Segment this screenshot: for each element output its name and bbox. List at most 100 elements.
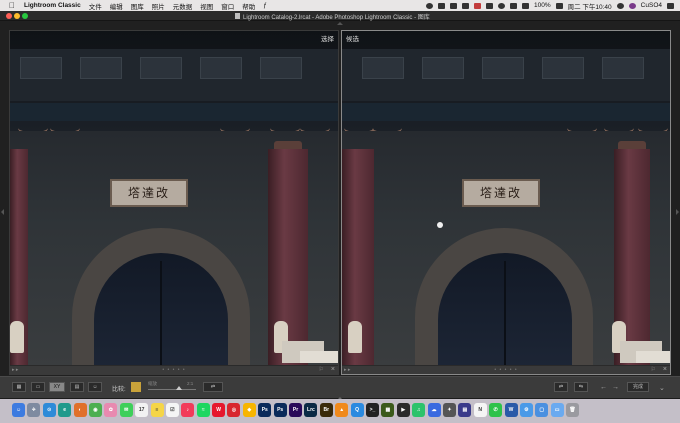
dock-cloud-icon[interactable]: ☁: [427, 403, 441, 417]
dock-chrome-icon[interactable]: ◉: [88, 403, 102, 417]
rating-dots[interactable]: • • • • •: [162, 367, 185, 373]
maximize-window-button[interactable]: [22, 13, 28, 19]
dock-photoshop2-icon[interactable]: Ps: [273, 403, 287, 417]
photo-candidate[interactable]: 㙮達改: [342, 31, 670, 374]
status-icon[interactable]: [497, 2, 505, 9]
status-icon[interactable]: [437, 2, 445, 9]
photo-eave: [10, 49, 338, 101]
status-icon[interactable]: [461, 2, 469, 9]
menu-photo[interactable]: 照片: [152, 1, 165, 11]
clock[interactable]: 周二 下午10:40: [568, 1, 612, 11]
dock-premiere-icon[interactable]: Pr: [289, 403, 303, 417]
status-icon[interactable]: [485, 2, 493, 9]
minimize-window-button[interactable]: [14, 13, 20, 19]
script-icon[interactable]: ƒ: [263, 2, 267, 9]
toolbar-menu-icon[interactable]: ⌄: [659, 384, 665, 392]
flag-icon[interactable]: ⚐: [319, 366, 324, 373]
people-view-icon[interactable]: ☺: [88, 382, 102, 392]
photo-select[interactable]: 㙮達改: [10, 31, 338, 374]
rating-dots[interactable]: • • • • •: [494, 367, 517, 373]
lock-icon[interactable]: [131, 382, 141, 392]
menu-file[interactable]: 文件: [89, 1, 102, 11]
swap-icon[interactable]: ⇄: [554, 382, 568, 392]
volume-icon[interactable]: [521, 2, 529, 9]
zoom-slider-knob[interactable]: [176, 386, 182, 390]
eave-panel: [20, 57, 62, 79]
dock-music-icon[interactable]: ♪: [181, 403, 195, 417]
select-pane[interactable]: 选择 㙮達改 ▸ ▸ • • • • • ⚐ ×: [9, 30, 339, 375]
dock-finder-icon[interactable]: ☺: [12, 403, 25, 417]
compare-view-icon[interactable]: XY: [49, 382, 65, 392]
done-button[interactable]: 完成: [627, 382, 649, 392]
menu-edit[interactable]: 编辑: [110, 1, 123, 11]
menu-view[interactable]: 视图: [200, 1, 213, 11]
dock-safari-icon[interactable]: ⊙: [42, 403, 56, 417]
dock-lightroom-icon[interactable]: Lrc: [304, 403, 318, 417]
candidate-pane[interactable]: 候选 㙮達改 ▸ ▸ • • • • • ⚐ ×: [341, 30, 671, 375]
battery-icon[interactable]: [555, 2, 563, 9]
control-center-icon[interactable]: [667, 2, 674, 9]
user-avatar-icon[interactable]: [628, 2, 636, 9]
apple-icon[interactable]: : [8, 0, 16, 11]
dock-bridge-icon[interactable]: Br: [319, 403, 333, 417]
next-arrow-icon[interactable]: →: [612, 384, 619, 391]
dock-folder-icon[interactable]: ▭: [550, 403, 564, 417]
dock-spotify-icon[interactable]: ≈: [196, 403, 210, 417]
status-icon[interactable]: [449, 2, 457, 9]
dock-word-icon[interactable]: W: [504, 403, 518, 417]
menu-library[interactable]: 图库: [131, 1, 144, 11]
user-name[interactable]: CuSO4: [641, 2, 662, 9]
dock-edge-icon[interactable]: e: [58, 403, 72, 417]
survey-view-icon[interactable]: ▤: [70, 382, 84, 392]
dock-qq-icon[interactable]: Q: [350, 403, 364, 417]
dock-notion-icon[interactable]: N: [473, 403, 487, 417]
pane-info-icon[interactable]: ▸ ▸: [344, 367, 350, 373]
loupe-view-icon[interactable]: ▭: [31, 382, 45, 392]
dock-network-icon[interactable]: ⚙: [519, 403, 533, 417]
dock-downloads-icon[interactable]: ▢: [535, 403, 549, 417]
dock-trash-icon[interactable]: 🗑: [566, 403, 580, 417]
dock-vlc-icon[interactable]: ▲: [335, 403, 349, 417]
dock-photoshop-icon[interactable]: Ps: [258, 403, 272, 417]
dock-launchpad-icon[interactable]: ✈: [27, 403, 41, 417]
select-label: 选择: [321, 36, 334, 43]
top-panel-toggle-icon[interactable]: [337, 22, 343, 25]
pane-info-icon[interactable]: ▸ ▸: [12, 367, 18, 373]
dock-weibo-icon[interactable]: W: [212, 403, 226, 417]
app-menu[interactable]: Lightroom Classic: [24, 2, 81, 9]
dock-pixel-icon[interactable]: ▤: [458, 403, 472, 417]
menu-window[interactable]: 窗口: [221, 1, 234, 11]
dock-gpu-icon[interactable]: ▦: [381, 403, 395, 417]
dock-messages-icon[interactable]: ✉: [119, 403, 133, 417]
dock-qq-music-icon[interactable]: ♫: [412, 403, 426, 417]
wifi-icon[interactable]: [509, 2, 517, 9]
dock-calendar-icon[interactable]: 17: [135, 403, 149, 417]
close-icon[interactable]: ×: [331, 366, 335, 373]
dock-notes-icon[interactable]: ≡: [150, 403, 164, 417]
right-panel-toggle-icon[interactable]: [676, 209, 679, 215]
menu-metadata[interactable]: 元数据: [173, 1, 193, 11]
search-icon[interactable]: [616, 2, 624, 9]
close-window-button[interactable]: [6, 13, 12, 19]
dock-terminal-icon[interactable]: >_: [365, 403, 379, 417]
menu-help[interactable]: 帮助: [242, 1, 255, 11]
dock-photos-icon[interactable]: ✿: [104, 403, 118, 417]
dock-reminders-icon[interactable]: ☑: [165, 403, 179, 417]
sync-button[interactable]: ⇄: [203, 382, 223, 392]
dock-wechat-icon[interactable]: ✆: [489, 403, 503, 417]
flag-icon[interactable]: ⚐: [651, 366, 656, 373]
eave-panel: [542, 57, 584, 79]
dock-sketch-icon[interactable]: ◆: [242, 403, 256, 417]
prev-arrow-icon[interactable]: ←: [600, 384, 607, 391]
dock-netease-icon[interactable]: ◎: [227, 403, 241, 417]
dock-davinci-icon[interactable]: ✦: [442, 403, 456, 417]
status-icon[interactable]: [425, 2, 433, 9]
zoom-slider[interactable]: [148, 389, 196, 390]
dock-firefox-icon[interactable]: ◐: [73, 403, 87, 417]
make-select-icon[interactable]: ⇆: [574, 382, 588, 392]
dock-infuse-icon[interactable]: ▶: [396, 403, 410, 417]
status-icon[interactable]: [473, 2, 481, 9]
close-icon[interactable]: ×: [663, 366, 667, 373]
grid-view-icon[interactable]: ▦: [12, 382, 26, 392]
left-panel-toggle-icon[interactable]: [1, 209, 4, 215]
